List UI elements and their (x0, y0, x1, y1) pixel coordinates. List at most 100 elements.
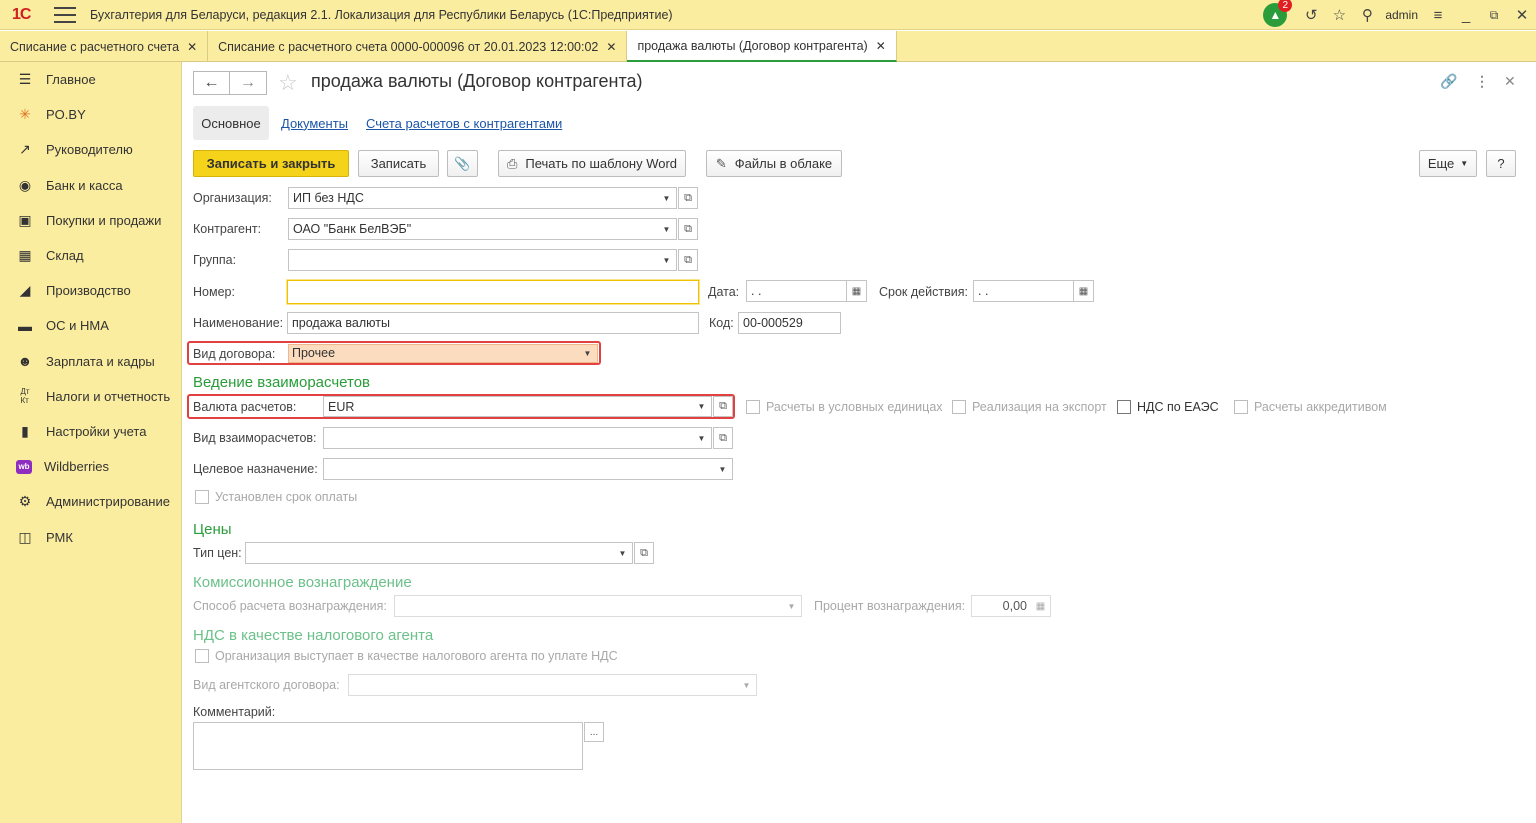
sidebar-item-settings[interactable]: ▮ Настройки учета (0, 414, 181, 449)
user-name[interactable]: admin (1385, 8, 1418, 22)
sidebar-item-taxes[interactable]: Дт Кт Налоги и отчетность (0, 379, 181, 414)
vat-eaeu-checkbox[interactable] (1117, 400, 1131, 414)
sidebar-item-label: Зарплата и кадры (46, 353, 155, 369)
print-word-button[interactable]: ⎙ Печать по шаблону Word (498, 150, 686, 177)
comment-expand-button[interactable]: ... (584, 722, 604, 742)
date-field[interactable]: . . (746, 280, 847, 302)
sidebar-item-sales[interactable]: ▣ Покупки и продажи (0, 203, 181, 238)
date-label: Дата: (708, 285, 740, 299)
name-field[interactable]: продажа валюты (287, 312, 699, 334)
number-field[interactable] (287, 280, 699, 304)
prices-heading: Цены (193, 521, 232, 538)
counterparty-open-icon[interactable]: ⧉ (678, 218, 698, 240)
sidebar-item-warehouse[interactable]: ▦ Склад (0, 238, 181, 273)
save-button[interactable]: Записать (358, 150, 439, 177)
sidebar-item-bank[interactable]: ◉ Банк и касса (0, 168, 181, 203)
purpose-dropdown[interactable]: ▼ (713, 458, 733, 480)
tab-contract[interactable]: продажа валюты (Договор контрагента) ✕ (627, 31, 897, 62)
sidebar-item-poby[interactable]: ✳ PO.BY (0, 97, 181, 132)
commission-method-dropdown[interactable]: ▼ (782, 595, 802, 617)
calendar-icon[interactable]: ▦ (847, 280, 867, 302)
more-button[interactable]: Еще ▼ (1419, 150, 1477, 177)
organization-open-icon[interactable]: ⧉ (678, 187, 698, 209)
attach-button[interactable]: 📎 (447, 150, 478, 177)
currency-open-icon[interactable]: ⧉ (713, 396, 733, 417)
more-vertical-icon[interactable]: ⋮ (1475, 73, 1489, 90)
group-field[interactable] (288, 249, 658, 271)
payment-term-checkbox[interactable] (195, 490, 209, 504)
counterparty-dropdown[interactable]: ▼ (657, 218, 677, 240)
currency-dropdown[interactable]: ▼ (692, 396, 712, 417)
tab-accounts[interactable]: Счета расчетов с контрагентами (366, 106, 562, 140)
close-form-icon[interactable]: ✕ (1504, 73, 1516, 90)
contract-type-field[interactable]: Прочее (288, 344, 579, 363)
sidebar-item-pos[interactable]: ◫ РМК (0, 519, 181, 554)
calendar-icon[interactable]: ▦ (1074, 280, 1094, 302)
comment-textarea[interactable] (193, 722, 583, 770)
search-icon[interactable]: ⚲ (1353, 1, 1381, 29)
settings-menu-icon[interactable]: ≡ (1424, 1, 1452, 29)
sidebar-item-manager[interactable]: ↗ Руководителю (0, 132, 181, 167)
factory-icon: ◢ (19, 282, 31, 299)
organization-dropdown[interactable]: ▼ (657, 187, 677, 209)
tab-main[interactable]: Основное (193, 106, 269, 140)
close-window-icon[interactable]: ✕ (1508, 1, 1536, 29)
printer-icon: ⎙ (506, 155, 518, 171)
sidebar-item-main[interactable]: ☰ Главное (0, 62, 181, 97)
back-arrow-icon[interactable]: ← (193, 71, 230, 95)
cloud-files-button[interactable]: ✎ Файлы в облаке (706, 150, 842, 177)
validity-field[interactable]: . . (973, 280, 1074, 302)
settlement-type-field[interactable] (323, 427, 693, 449)
favorites-star-icon[interactable]: ☆ (1325, 1, 1353, 29)
currency-field[interactable]: EUR (323, 396, 693, 417)
save-and-close-button[interactable]: Записать и закрыть (193, 150, 349, 177)
calculator-icon[interactable]: ▦ (1031, 595, 1051, 617)
organization-field[interactable]: ИП без НДС (288, 187, 658, 209)
letter-of-credit-checkbox[interactable] (1234, 400, 1248, 414)
purpose-field[interactable] (323, 458, 714, 480)
cloud-files-label: Файлы в облаке (734, 156, 833, 171)
contract-type-dropdown[interactable]: ▼ (578, 344, 598, 363)
sidebar-item-assets[interactable]: ▬ ОС и НМА (0, 308, 181, 343)
sidebar-item-salary[interactable]: ☻ Зарплата и кадры (0, 344, 181, 379)
sidebar-item-admin[interactable]: ⚙ Администрирование (0, 484, 181, 519)
comment-label: Комментарий: (193, 705, 276, 719)
sidebar-item-production[interactable]: ◢ Производство (0, 273, 181, 308)
export-checkbox[interactable] (952, 400, 966, 414)
favorite-star-icon[interactable]: ☆ (278, 70, 298, 96)
settlement-type-dropdown[interactable]: ▼ (692, 427, 712, 449)
sidebar-item-wildberries[interactable]: wb Wildberries (0, 449, 181, 484)
history-icon[interactable]: ↺ (1297, 1, 1325, 29)
agent-contract-dropdown[interactable]: ▼ (737, 674, 757, 696)
main-menu-icon[interactable] (54, 6, 76, 23)
conventional-units-checkbox[interactable] (746, 400, 760, 414)
restore-icon[interactable]: ⧉ (1480, 1, 1508, 29)
agent-contract-field[interactable] (348, 674, 738, 696)
commission-percent-field[interactable]: 0,00 (971, 595, 1032, 617)
close-tab-icon[interactable]: ✕ (606, 40, 616, 54)
settlement-type-open-icon[interactable]: ⧉ (713, 427, 733, 449)
close-tab-icon[interactable]: ✕ (876, 39, 886, 53)
tab-writeoff[interactable]: Списание с расчетного счета ✕ (0, 31, 209, 62)
commission-method-field[interactable] (394, 595, 783, 617)
tab-documents[interactable]: Документы (281, 106, 348, 140)
price-type-open-icon[interactable]: ⧉ (634, 542, 654, 564)
notifications-bell-icon[interactable]: ▲ 2 (1263, 0, 1293, 27)
payment-term-label: Установлен срок оплаты (215, 490, 358, 504)
forward-arrow-icon[interactable]: → (230, 71, 267, 95)
contract-type-label: Вид договора: (193, 347, 276, 361)
price-type-dropdown[interactable]: ▼ (613, 542, 633, 564)
minimize-icon[interactable]: _ (1452, 1, 1480, 29)
close-tab-icon[interactable]: ✕ (187, 40, 197, 54)
price-type-field[interactable] (245, 542, 614, 564)
link-icon[interactable]: 🔗 (1440, 73, 1457, 90)
counterparty-field[interactable]: ОАО "Банк БелВЭБ" (288, 218, 658, 240)
group-open-icon[interactable]: ⧉ (678, 249, 698, 271)
trend-icon: ↗ (19, 141, 31, 158)
code-field[interactable]: 00-000529 (738, 312, 841, 334)
help-button[interactable]: ? (1486, 150, 1516, 177)
group-dropdown[interactable]: ▼ (657, 249, 677, 271)
vat-agent-checkbox[interactable] (195, 649, 209, 663)
book-icon: ▮ (21, 422, 29, 439)
tab-writeoff-doc[interactable]: Списание с расчетного счета 0000-000096 … (208, 31, 628, 62)
